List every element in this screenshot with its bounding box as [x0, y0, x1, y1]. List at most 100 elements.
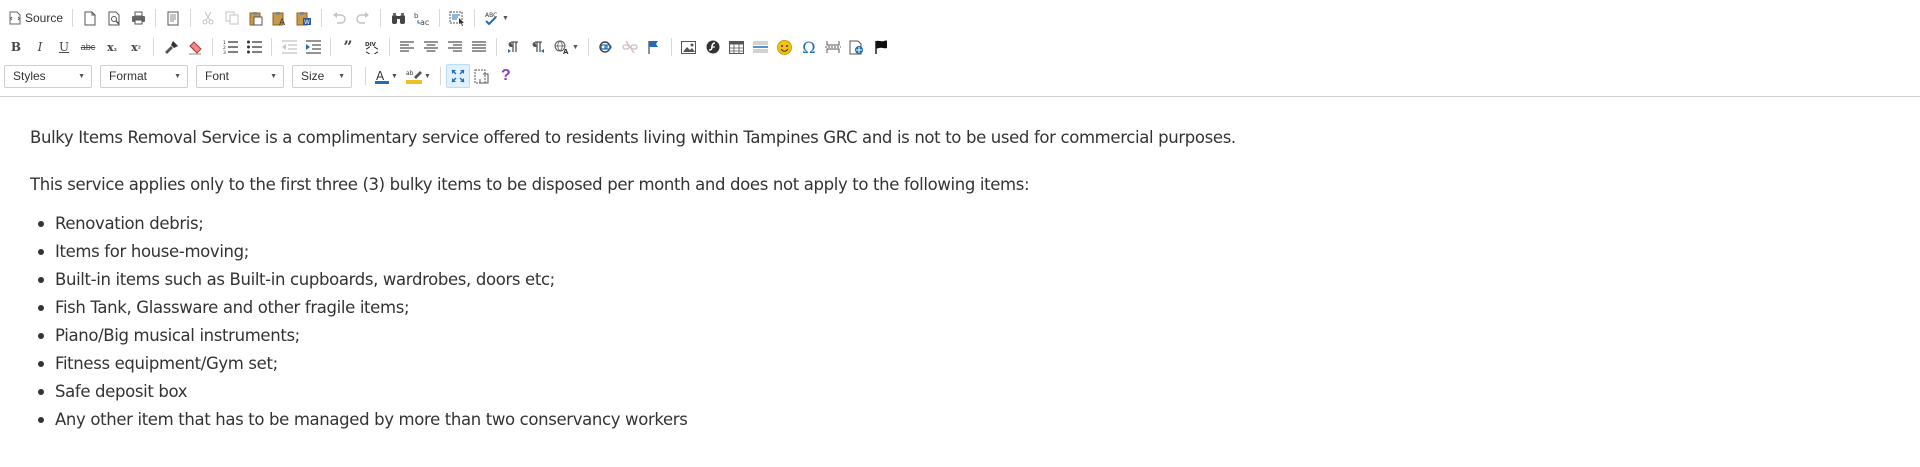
preview-button[interactable] — [102, 6, 126, 30]
table-button[interactable] — [725, 35, 749, 59]
toolbar-separator — [330, 38, 331, 56]
font-combo[interactable]: Font ▼ — [196, 64, 284, 88]
subscript-button[interactable]: x₂ — [100, 35, 124, 59]
paste-word-icon: W — [296, 11, 312, 26]
toolbar-separator — [474, 9, 476, 27]
flash-button[interactable] — [701, 35, 725, 59]
copy-format-button[interactable] — [159, 35, 183, 59]
eraser-icon — [188, 40, 202, 54]
align-right-button[interactable] — [443, 35, 467, 59]
list-item: Renovation debris; — [30, 214, 1920, 242]
templates-button[interactable] — [161, 6, 185, 30]
paste-word-button[interactable]: W — [292, 6, 316, 30]
paste-text-button[interactable]: A — [268, 6, 292, 30]
scissors-icon — [202, 11, 214, 25]
special-char-button[interactable]: Ω — [797, 35, 821, 59]
undo-icon — [333, 12, 346, 24]
undo-button[interactable] — [327, 6, 351, 30]
language-button[interactable]: A ▼ — [550, 35, 583, 59]
toolbar-separator — [496, 38, 497, 56]
background-color-button[interactable]: ab ▼ — [402, 64, 435, 88]
link-button[interactable] — [594, 35, 618, 59]
copy-icon — [225, 11, 239, 25]
align-center-button[interactable] — [419, 35, 443, 59]
show-blocks-icon — [474, 69, 489, 83]
div-container-icon: DIV — [365, 42, 379, 54]
numbered-list-button[interactable]: 123 — [218, 35, 242, 59]
justify-button[interactable] — [467, 35, 491, 59]
svg-text:W: W — [304, 19, 310, 26]
blockquote-button[interactable]: ” — [336, 35, 360, 59]
chevron-down-icon: ▼ — [338, 72, 345, 80]
toolbar-separator — [439, 9, 441, 27]
new-page-button[interactable] — [78, 6, 102, 30]
bulleted-list-button[interactable] — [242, 35, 266, 59]
bold-button[interactable]: B — [4, 35, 28, 59]
omega-icon: Ω — [802, 37, 816, 57]
help-icon: ? — [500, 67, 511, 84]
increase-indent-button[interactable] — [301, 35, 325, 59]
redo-button[interactable] — [351, 6, 375, 30]
redo-icon — [356, 12, 370, 24]
flag-button[interactable] — [869, 35, 893, 59]
chevron-down-icon: ▼ — [391, 72, 398, 80]
underline-icon: U — [58, 40, 70, 54]
cut-button[interactable] — [196, 6, 220, 30]
format-combo[interactable]: Format ▼ — [100, 64, 188, 88]
font-combo-label: Font — [205, 69, 230, 83]
page-break-icon — [824, 41, 841, 53]
remove-format-button[interactable] — [183, 35, 207, 59]
link-icon — [599, 41, 612, 53]
quote-icon: ” — [343, 37, 353, 56]
flag-icon — [648, 41, 658, 54]
toolbar-separator — [271, 38, 272, 56]
spellcheck-button[interactable]: ABC ▼ — [480, 6, 513, 30]
source-button[interactable]: Source — [4, 6, 67, 30]
select-all-icon — [449, 11, 465, 26]
source-icon — [9, 11, 21, 25]
size-combo-label: Size — [301, 69, 325, 83]
select-all-button[interactable] — [445, 6, 469, 30]
find-button[interactable] — [386, 6, 410, 30]
text-direction-rtl-button[interactable] — [526, 35, 550, 59]
svg-text:A: A — [563, 48, 569, 54]
toolbar-separator — [212, 38, 213, 56]
unlink-button[interactable] — [618, 35, 642, 59]
underline-button[interactable]: U — [52, 35, 76, 59]
anchor-button[interactable] — [642, 35, 666, 59]
highlight-color-icon: ab — [405, 70, 422, 84]
replace-button[interactable]: b ac — [410, 6, 434, 30]
flash-icon — [706, 40, 720, 54]
editor-content[interactable]: Bulky Items Removal Service is a complim… — [0, 98, 1920, 467]
italic-button[interactable]: I — [28, 35, 52, 59]
print-button[interactable] — [126, 6, 150, 30]
list-item: Items for house-moving; — [30, 242, 1920, 270]
decrease-indent-button[interactable] — [277, 35, 301, 59]
create-div-button[interactable]: DIV — [360, 35, 384, 59]
toolbar-separator — [670, 38, 672, 56]
show-blocks-button[interactable] — [470, 64, 494, 88]
strikethrough-button[interactable]: abc — [76, 35, 100, 59]
size-combo[interactable]: Size ▼ — [292, 64, 352, 88]
smiley-button[interactable] — [773, 35, 797, 59]
copy-button[interactable] — [220, 6, 244, 30]
toolbar-separator — [380, 9, 382, 27]
intro-paragraph: Bulky Items Removal Service is a complim… — [30, 128, 1236, 147]
image-button[interactable] — [677, 35, 701, 59]
chevron-down-icon: ▼ — [423, 72, 431, 80]
numbered-list-icon: 123 — [223, 40, 238, 54]
iframe-button[interactable] — [845, 35, 869, 59]
align-left-button[interactable] — [395, 35, 419, 59]
help-button[interactable]: ? — [494, 64, 518, 88]
page-break-button[interactable] — [821, 35, 845, 59]
ltr-icon — [508, 41, 518, 53]
text-color-button[interactable]: A ▼ — [371, 64, 402, 88]
align-center-icon — [424, 41, 438, 52]
maximize-button[interactable] — [445, 64, 470, 88]
smiley-icon — [777, 39, 793, 55]
horizontal-line-button[interactable] — [749, 35, 773, 59]
text-direction-ltr-button[interactable] — [502, 35, 526, 59]
superscript-button[interactable]: x² — [124, 35, 148, 59]
paste-button[interactable] — [244, 6, 268, 30]
styles-combo[interactable]: Styles ▼ — [4, 64, 92, 88]
